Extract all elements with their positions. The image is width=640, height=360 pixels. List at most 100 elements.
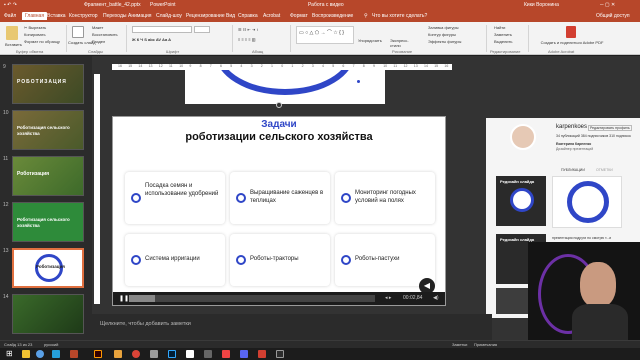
autosave-icon[interactable]: ▪ ↶ ↷ <box>4 2 17 8</box>
tab-help[interactable]: Справка <box>238 13 258 19</box>
slide-title-accent: Задачи <box>261 119 297 130</box>
notes-pane[interactable]: Щелкните, чтобы добавить заметки <box>92 314 492 340</box>
pause-icon[interactable]: ❚❚ <box>119 295 129 302</box>
acrobat-icon[interactable] <box>258 350 266 358</box>
arrange-button[interactable]: Упорядочить <box>358 38 382 43</box>
shapes-gallery[interactable]: ▭ ○ △ ⬠ → ⌒ ☆ { } <box>296 26 354 44</box>
notion-icon[interactable] <box>186 350 194 358</box>
font-name-select[interactable] <box>132 26 192 33</box>
shape-outline-button[interactable]: Контур фигуры <box>428 32 456 37</box>
tab-slideshow[interactable]: Слайд-шоу <box>156 13 182 19</box>
tab-insert[interactable]: Вставка <box>47 13 66 19</box>
tab-home[interactable]: Главная <box>22 12 48 20</box>
playback-progress[interactable] <box>129 295 155 302</box>
app-icon[interactable] <box>204 350 212 358</box>
illustrator-icon[interactable] <box>94 350 102 358</box>
avatar[interactable] <box>510 124 536 150</box>
tab-tags[interactable]: ОТМЕТКИ <box>596 168 613 172</box>
app-icon[interactable] <box>222 350 230 358</box>
task-card[interactable]: Роботы-тракторы <box>230 234 330 286</box>
reset-button[interactable]: Восстановить <box>92 32 118 37</box>
format-painter-button[interactable]: Формат по образцу <box>24 39 60 44</box>
task-card[interactable]: Выращивание саженцев в теплицах <box>230 172 330 224</box>
rotate-handle-icon[interactable] <box>276 102 282 108</box>
tab-publications[interactable]: ПУБЛИКАЦИИ <box>561 168 585 172</box>
layout-button[interactable]: Макет <box>92 25 103 30</box>
ruler-tick-label: 3 <box>250 64 253 68</box>
align-buttons[interactable]: ≡ ≡ ≡ ≡ ▥ <box>238 37 256 42</box>
task-card-text: Роботы-тракторы <box>250 256 299 262</box>
shape-fill-button[interactable]: Заливка фигуры <box>428 25 459 30</box>
comments-toggle[interactable]: Примечания <box>474 342 497 347</box>
volume-icon[interactable]: ◀) <box>433 295 439 301</box>
user-name[interactable]: Кики Воронина <box>524 2 559 8</box>
cut-button[interactable]: ✂ Вырезать <box>24 25 46 30</box>
tab-playback[interactable]: Воспроизведение <box>312 13 353 19</box>
edit-profile-button[interactable]: Редактировать профиль <box>588 125 632 131</box>
app-icon[interactable] <box>114 350 122 358</box>
tab-animations[interactable]: Анимация <box>128 13 151 19</box>
file-explorer-icon[interactable] <box>22 350 30 358</box>
ruler-tick-label: 12 <box>403 64 408 68</box>
post-title: Редизайн слайда <box>500 179 535 184</box>
windows-start-icon[interactable]: ⊞ <box>6 349 13 358</box>
tell-me-input[interactable]: Что вы хотите сделать? <box>372 13 427 19</box>
copy-button[interactable]: Копировать <box>24 32 46 37</box>
tab-transitions[interactable]: Переходы <box>103 13 126 19</box>
slide-thumbnail-11[interactable]: Роботизация <box>12 156 84 196</box>
select-button[interactable]: Выделить <box>494 39 512 44</box>
slide-thumbnail-14[interactable] <box>12 294 84 334</box>
profile-name: Екатерина Карпенко <box>556 142 592 146</box>
app-icon[interactable] <box>276 350 284 358</box>
paste-button[interactable]: Вставить <box>5 42 22 47</box>
browser-icon[interactable] <box>36 350 44 358</box>
shape-effects-button[interactable]: Эффекты фигуры <box>428 39 461 44</box>
ruler-tick-label: 16 <box>118 64 122 68</box>
window-controls-icon[interactable]: ─ ▢ ✕ <box>600 2 615 8</box>
task-card[interactable]: Роботы-пастухи <box>335 234 435 286</box>
app-icon[interactable] <box>150 350 158 358</box>
find-button[interactable]: Найти <box>494 25 505 30</box>
chrome-icon[interactable] <box>132 350 140 358</box>
font-format-buttons[interactable]: Ж К Ч S abc AV Aa A <box>132 37 171 42</box>
slide-thumbnail-13-selected[interactable]: Роботизация <box>12 248 84 288</box>
paste-icon[interactable] <box>6 26 18 40</box>
slide-thumbnail-10[interactable]: Роботизация сельского хозяйства <box>12 110 84 150</box>
language-indicator[interactable]: русский <box>44 342 58 347</box>
pdf-icon[interactable] <box>566 26 576 38</box>
notes-toggle[interactable]: Заметки <box>452 342 467 347</box>
new-slide-icon[interactable] <box>72 26 84 38</box>
slide-thumbnail-title: Роботизация <box>36 264 65 269</box>
powerpoint-icon[interactable] <box>70 350 78 358</box>
task-card[interactable]: Посадка семян и использование удобрений <box>125 172 225 224</box>
section-button[interactable]: Раздел <box>92 39 105 44</box>
app-icon[interactable] <box>240 350 248 358</box>
current-slide[interactable]: Задачи роботизации сельского хозяйства П… <box>112 116 446 306</box>
post-preview[interactable] <box>552 176 622 228</box>
slide-thumbnail-12[interactable]: Роботизация сельского хозяйства <box>12 202 84 242</box>
replace-button[interactable]: Заменить <box>494 32 512 37</box>
playback-track[interactable] <box>155 295 375 302</box>
task-card[interactable]: Мониторинг погодных условий на полях <box>335 172 435 224</box>
tab-review[interactable]: Рецензирование <box>186 13 225 19</box>
app-icon[interactable] <box>52 350 60 358</box>
tab-file[interactable]: Файл <box>4 13 16 19</box>
photoshop-icon[interactable] <box>168 350 176 358</box>
tab-view[interactable]: Вид <box>226 13 235 19</box>
tab-design[interactable]: Конструктор <box>69 13 98 19</box>
font-size-select[interactable] <box>194 26 210 33</box>
group-paragraph: Абзац <box>252 49 264 54</box>
tab-format[interactable]: Формат <box>290 13 308 19</box>
task-card[interactable]: Система ирригации <box>125 234 225 286</box>
create-pdf-button[interactable]: Создать и поделиться Adobe PDF <box>532 40 612 45</box>
quick-styles-button[interactable]: Экспресс-стили <box>390 38 418 48</box>
profile-username[interactable]: karpenkoes <box>556 124 587 130</box>
slide-thumbnail-title: Роботизация сельского хозяйства <box>17 125 70 136</box>
list-buttons[interactable]: ☰ ☷ ⇤ ⇥ ↕ <box>238 27 258 32</box>
post-thumbnail[interactable]: Редизайн слайда <box>496 176 546 226</box>
seek-buttons[interactable]: ◂ ▸ <box>385 295 391 301</box>
circle-graphic <box>510 188 534 212</box>
slide-thumbnail-9[interactable]: РОБОТИЗАЦИЯ <box>12 64 84 104</box>
share-button[interactable]: Общий доступ <box>596 13 630 19</box>
tab-acrobat[interactable]: Acrobat <box>263 13 280 19</box>
